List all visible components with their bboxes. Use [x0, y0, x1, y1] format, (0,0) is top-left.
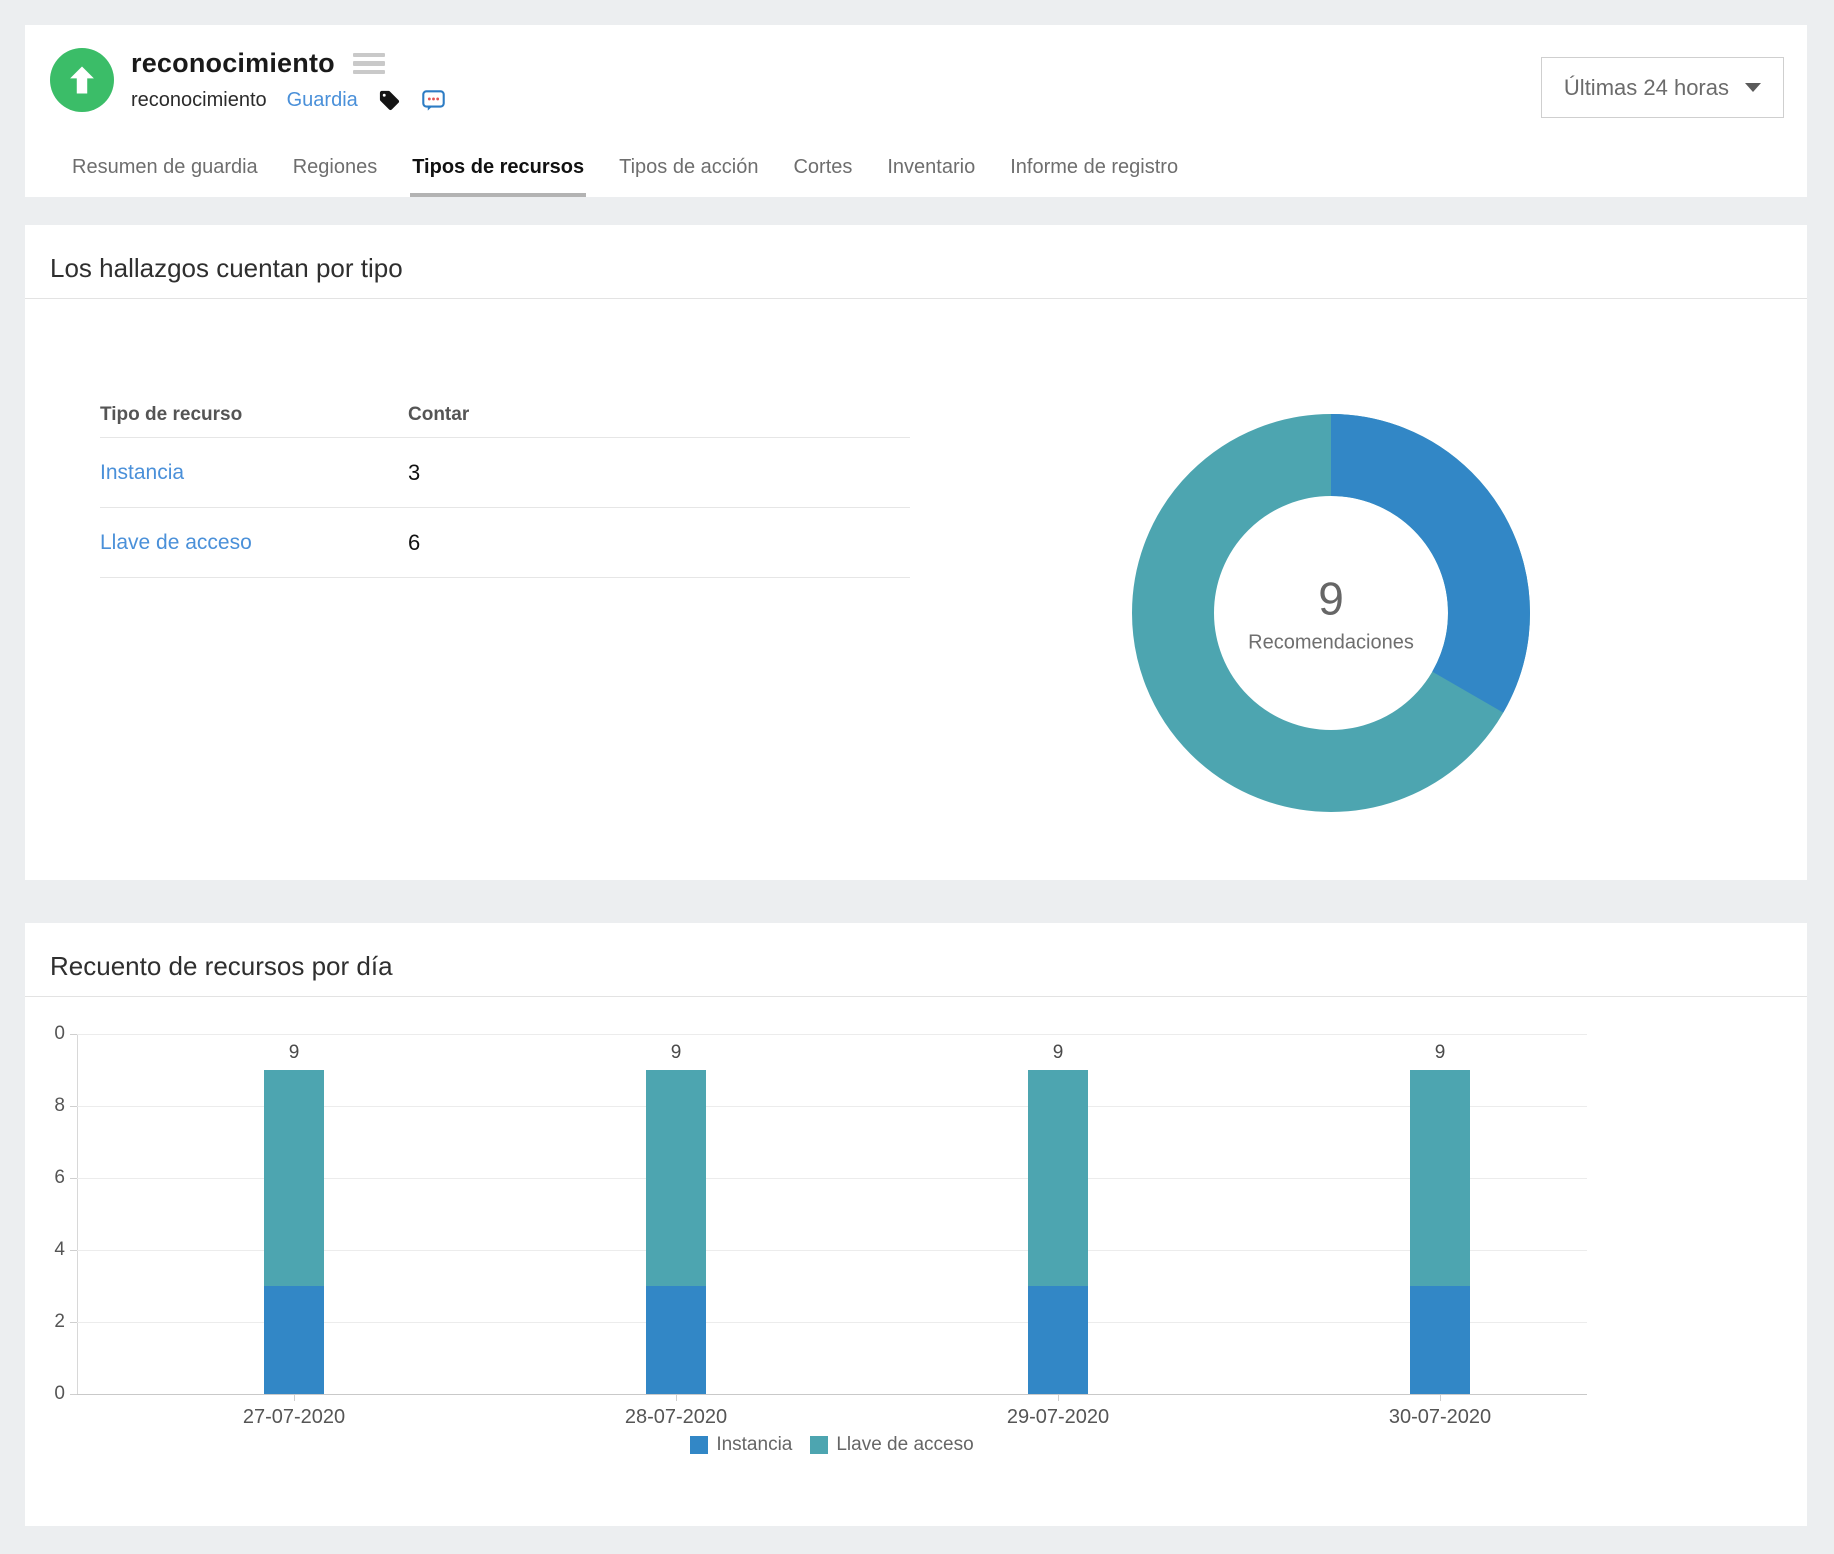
- bar-segment-llave-de-acceso: [264, 1070, 324, 1286]
- divider: [25, 298, 1807, 299]
- stacked-bar-chart: Instancia Llave de acceso 0 8 6 4 2 0 9 27-07-20…: [54, 1023, 1587, 1455]
- y-axis-tick-label: 6: [54, 1167, 65, 1188]
- x-axis-tick: [676, 1395, 677, 1401]
- comment-icon[interactable]: [421, 88, 446, 113]
- y-axis-tick: [70, 1250, 77, 1251]
- subtitle-text: reconocimiento: [131, 89, 267, 111]
- y-axis-tick-label: 0: [54, 1023, 65, 1044]
- up-arrow-avatar-icon: [50, 48, 114, 112]
- page: reconocimiento reconocimiento Guardia Úl…: [0, 0, 1834, 1554]
- tab-inventario[interactable]: Inventario: [885, 156, 977, 197]
- findings-table: Tipo de recurso Contar Instancia 3 Llave d…: [100, 393, 910, 578]
- x-axis-tick: [1058, 1395, 1059, 1401]
- x-axis-tick: [1440, 1395, 1441, 1401]
- resource-type-link[interactable]: Llave de acceso: [100, 531, 408, 555]
- y-axis-tick: [70, 1034, 77, 1035]
- bar-total-label: 9: [288, 1042, 300, 1063]
- bar-segment-instancia: [646, 1286, 706, 1394]
- y-axis-line: [77, 1034, 78, 1394]
- bar-segment-instancia: [264, 1286, 324, 1394]
- chevron-down-icon: [1745, 83, 1761, 92]
- tab-cortes[interactable]: Cortes: [791, 156, 854, 197]
- legend-label: Llave de acceso: [836, 1434, 974, 1455]
- x-axis-line: [77, 1394, 1587, 1395]
- x-axis-tick: [294, 1395, 295, 1401]
- chart-legend: Instancia Llave de acceso: [77, 1434, 1587, 1456]
- legend-swatch-icon: [690, 1436, 709, 1454]
- daily-card-title: Recuento de recursos por día: [50, 951, 393, 981]
- tab-resumen-de-guardia[interactable]: Resumen de guardia: [70, 156, 260, 197]
- legend-item-instancia[interactable]: Instancia: [690, 1434, 792, 1456]
- findings-card-title: Los hallazgos cuentan por tipo: [50, 253, 403, 283]
- donut-total-value: 9: [1318, 572, 1344, 625]
- guardia-link[interactable]: Guardia: [287, 89, 358, 112]
- y-axis-tick: [70, 1106, 77, 1107]
- divider: [25, 996, 1807, 997]
- x-axis-date-label: 27-07-2020: [242, 1406, 346, 1428]
- bar-segment-instancia: [1410, 1286, 1470, 1394]
- table-row: Instancia 3: [100, 438, 910, 508]
- y-axis-tick: [70, 1394, 77, 1395]
- time-range-value: Últimas 24 horas: [1563, 74, 1729, 100]
- y-axis-tick-label: 0: [54, 1383, 65, 1404]
- tab-tipos-de-recursos[interactable]: Tipos de recursos: [410, 156, 587, 197]
- y-axis-tick: [70, 1322, 77, 1323]
- y-axis-tick: [70, 1178, 77, 1179]
- column-header-resource-type: Tipo de recurso: [100, 404, 243, 425]
- tab-bar: Resumen de guardia Regiones Tipos de recur…: [70, 156, 1211, 197]
- bar-segment-instancia: [1028, 1286, 1088, 1394]
- hamburger-menu-icon[interactable]: [352, 52, 385, 75]
- resource-count-value: 6: [408, 529, 421, 555]
- x-axis-date-label: 29-07-2020: [1006, 1406, 1110, 1428]
- legend-item-llave-de-acceso[interactable]: Llave de acceso: [810, 1434, 974, 1456]
- arrow-up-icon: [70, 66, 94, 94]
- donut-total-label: Recomendaciones: [1248, 631, 1414, 654]
- bar-total-label: 9: [670, 1042, 682, 1063]
- bar-segment-llave-de-acceso: [646, 1070, 706, 1286]
- tab-regiones[interactable]: Regiones: [291, 156, 380, 197]
- header-card: reconocimiento reconocimiento Guardia Úl…: [25, 25, 1807, 197]
- donut-chart: 9 Recomendaciones: [1131, 413, 1531, 813]
- tag-icon[interactable]: [378, 89, 401, 112]
- page-title: reconocimiento: [131, 48, 335, 78]
- column-header-count: Contar: [408, 404, 470, 425]
- bar-total-label: 9: [1434, 1042, 1446, 1063]
- bar-segment-llave-de-acceso: [1028, 1070, 1088, 1286]
- table-row: Llave de acceso 6: [100, 508, 910, 578]
- y-axis-tick-label: 2: [54, 1311, 65, 1332]
- daily-card: Recuento de recursos por día Instancia Ll…: [25, 923, 1807, 1526]
- header-text-block: reconocimiento reconocimiento Guardia: [131, 48, 446, 113]
- time-range-dropdown[interactable]: Últimas 24 horas: [1540, 57, 1784, 118]
- x-axis-date-label: 30-07-2020: [1388, 1406, 1492, 1428]
- tab-informe-de-registro[interactable]: Informe de registro: [1008, 156, 1180, 197]
- y-axis-tick-label: 4: [54, 1239, 65, 1260]
- tab-tipos-de-accion[interactable]: Tipos de acción: [617, 156, 760, 197]
- findings-table-header: Tipo de recurso Contar: [100, 393, 910, 438]
- findings-card: Los hallazgos cuentan por tipo Tipo de r…: [25, 225, 1807, 880]
- header-top: reconocimiento reconocimiento Guardia: [50, 48, 1784, 113]
- donut-center-text: 9 Recomendaciones: [1211, 572, 1451, 655]
- bar-total-label: 9: [1052, 1042, 1064, 1063]
- x-axis-date-label: 28-07-2020: [624, 1406, 728, 1428]
- legend-label: Instancia: [716, 1434, 793, 1455]
- bar-segment-llave-de-acceso: [1410, 1070, 1470, 1286]
- resource-count-value: 3: [408, 459, 421, 485]
- gridline: [77, 1034, 1587, 1035]
- y-axis-tick-label: 8: [54, 1095, 65, 1116]
- legend-swatch-icon: [810, 1436, 829, 1454]
- resource-type-link[interactable]: Instancia: [100, 461, 408, 485]
